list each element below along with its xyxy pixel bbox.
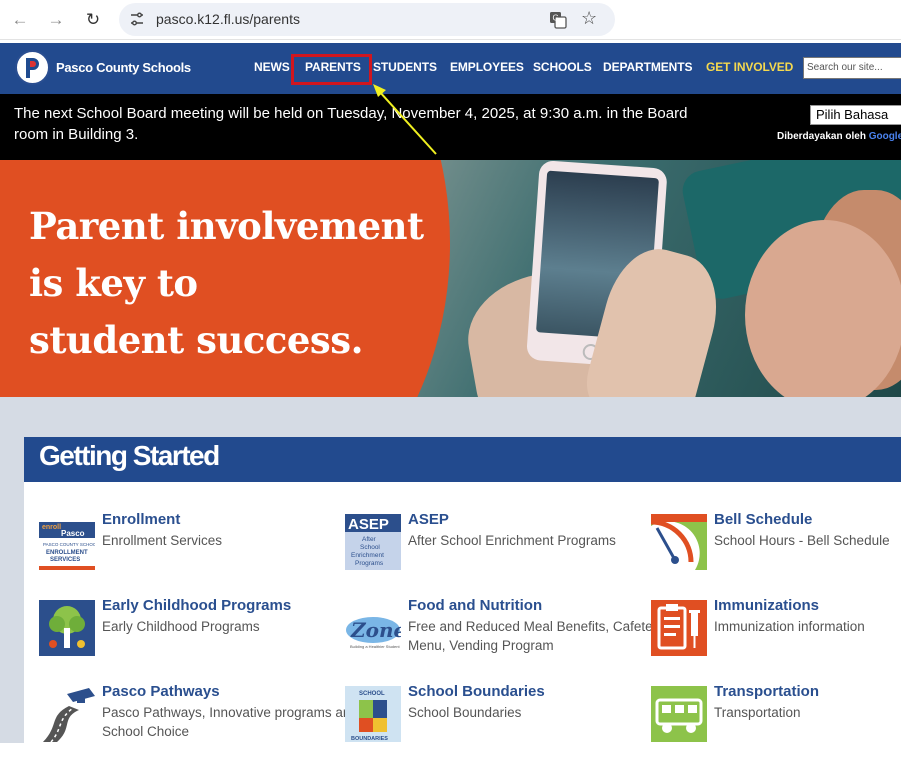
- item-desc: Transportation: [714, 705, 801, 720]
- nav-schools[interactable]: SCHOOLS: [533, 60, 592, 74]
- item-title[interactable]: School Boundaries: [408, 683, 545, 700]
- hero-line-1: Parent involvement: [29, 204, 424, 248]
- svg-text:Programs: Programs: [355, 560, 384, 567]
- pasco-logo-icon[interactable]: [15, 50, 50, 85]
- svg-text:Enrichment: Enrichment: [351, 552, 384, 559]
- nav-news[interactable]: NEWS: [254, 60, 290, 74]
- item-desc: After School Enrichment Programs: [408, 533, 616, 548]
- browser-toolbar: ← → ↻ pasco.k12.fl.us/parents G ☆: [0, 0, 901, 40]
- zone-icon: Zone Building a Healthier Student Body: [345, 600, 401, 656]
- forward-arrow-icon[interactable]: →: [43, 7, 69, 33]
- site-settings-icon[interactable]: [129, 11, 145, 27]
- google-logo-text: Google: [868, 131, 901, 142]
- powered-by-google: Diberdayakan oleh Google: [777, 131, 901, 142]
- item-title[interactable]: Food and Nutrition: [408, 597, 542, 614]
- svg-text:Building a Healthier Student B: Building a Healthier Student Body: [350, 644, 401, 649]
- nav-students[interactable]: STUDENTS: [373, 60, 437, 74]
- item-early-childhood[interactable]: Early Childhood Programs Early Childhood…: [24, 597, 324, 670]
- highlight-box: [291, 54, 372, 85]
- item-desc: School Boundaries: [408, 705, 522, 720]
- item-immunizations[interactable]: Immunizations Immunization information: [636, 597, 901, 670]
- item-desc: Pasco Pathways, Innovative programs and …: [102, 705, 358, 739]
- bookmark-star-icon[interactable]: ☆: [581, 8, 597, 29]
- reload-icon[interactable]: ↻: [80, 7, 106, 33]
- asep-icon: ASEP AfterSchoolEnrichmentPrograms: [345, 514, 401, 570]
- item-desc: Free and Reduced Meal Benefits, Cafeteri…: [408, 619, 668, 653]
- item-title[interactable]: Pasco Pathways: [102, 683, 220, 700]
- svg-text:SCHOOL: SCHOOL: [359, 691, 385, 697]
- item-transportation[interactable]: Transportation Transportation: [636, 683, 901, 756]
- svg-text:Pasco: Pasco: [61, 529, 85, 538]
- svg-text:After: After: [362, 536, 377, 543]
- hero-headline: Parent involvement is key to student suc…: [29, 198, 424, 369]
- hero-line-3: student success.: [29, 318, 363, 362]
- graduation-road-icon: [39, 686, 95, 742]
- main-content: Getting Started enroll Pasco PASCO COUNTY …: [0, 397, 901, 757]
- item-desc: Early Childhood Programs: [102, 619, 260, 634]
- svg-text:School: School: [360, 544, 380, 551]
- svg-text:enroll: enroll: [42, 524, 61, 531]
- translate-icon[interactable]: G: [549, 11, 567, 29]
- item-desc: School Hours - Bell Schedule: [714, 533, 890, 548]
- language-select[interactable]: Pilih Bahasa: [810, 105, 901, 125]
- address-bar[interactable]: pasco.k12.fl.us/parents G ☆: [119, 3, 615, 36]
- item-title[interactable]: Bell Schedule: [714, 511, 812, 528]
- svg-text:SERVICES: SERVICES: [50, 557, 80, 563]
- enroll-pasco-icon: enrollPasco PASCO COUNTY SCHOOLS ENROLLMEN…: [39, 514, 95, 570]
- getting-started-title: Getting Started: [24, 437, 901, 482]
- item-food-nutrition[interactable]: Zone Building a Healthier Student Body Fo…: [330, 597, 668, 670]
- clipboard-syringe-icon: [651, 600, 707, 656]
- item-title[interactable]: Enrollment: [102, 511, 180, 528]
- school-boundaries-map-icon: SCHOOL BOUNDARIES: [345, 686, 401, 742]
- item-title[interactable]: Early Childhood Programs: [102, 597, 291, 614]
- announcement-text: The next School Board meeting will be he…: [14, 105, 688, 143]
- site-header: Pasco County Schools NEWS PARENTS STUDEN…: [0, 43, 901, 94]
- site-name[interactable]: Pasco County Schools: [56, 60, 191, 75]
- tree-icon: [39, 600, 95, 656]
- hero-banner: Parent involvement is key to student suc…: [0, 160, 901, 397]
- item-title[interactable]: ASEP: [408, 511, 449, 528]
- svg-text:BOUNDARIES: BOUNDARIES: [351, 736, 388, 742]
- item-desc: Enrollment Services: [102, 533, 223, 548]
- bus-icon: [651, 686, 707, 742]
- svg-text:ENROLLMENT: ENROLLMENT: [46, 550, 88, 556]
- powered-by-label: Diberdayakan oleh: [777, 131, 866, 142]
- item-title[interactable]: Transportation: [714, 683, 819, 700]
- item-enrollment[interactable]: enrollPasco PASCO COUNTY SCHOOLS ENROLLMEN…: [24, 511, 324, 584]
- url-text[interactable]: pasco.k12.fl.us/parents: [156, 11, 300, 27]
- nav-get-involved[interactable]: GET INVOLVED: [706, 60, 793, 74]
- back-arrow-icon[interactable]: ←: [7, 7, 33, 33]
- svg-text:Zone: Zone: [350, 618, 401, 642]
- item-desc: Immunization information: [714, 619, 865, 634]
- svg-text:PASCO COUNTY SCHOOLS: PASCO COUNTY SCHOOLS: [43, 542, 95, 547]
- nav-departments[interactable]: DEPARTMENTS: [603, 60, 692, 74]
- announcement-bar: The next School Board meeting will be he…: [0, 94, 901, 160]
- person: [745, 220, 901, 397]
- item-title[interactable]: Immunizations: [714, 597, 819, 614]
- nav-employees[interactable]: EMPLOYEES: [450, 60, 524, 74]
- item-asep[interactable]: ASEP After School Enrichment Programs ASEP A…: [330, 511, 630, 584]
- item-school-boundaries[interactable]: SCHOOL BOUNDARIES School Boundaries Schoo…: [330, 683, 630, 756]
- item-bell-schedule[interactable]: Bell Schedule School Hours - Bell Schedu…: [636, 511, 901, 584]
- site-search-input[interactable]: Search our site...: [803, 57, 901, 79]
- item-pasco-pathways[interactable]: Pasco Pathways Pasco Pathways, Innovativ…: [24, 683, 358, 756]
- hero-line-2: is key to: [29, 261, 198, 305]
- bell-schedule-gauge-icon: [651, 514, 707, 570]
- svg-text:G: G: [553, 14, 559, 23]
- getting-started-card: Getting Started enroll Pasco PASCO COUNTY …: [24, 437, 901, 757]
- svg-text:ASEP: ASEP: [348, 516, 389, 533]
